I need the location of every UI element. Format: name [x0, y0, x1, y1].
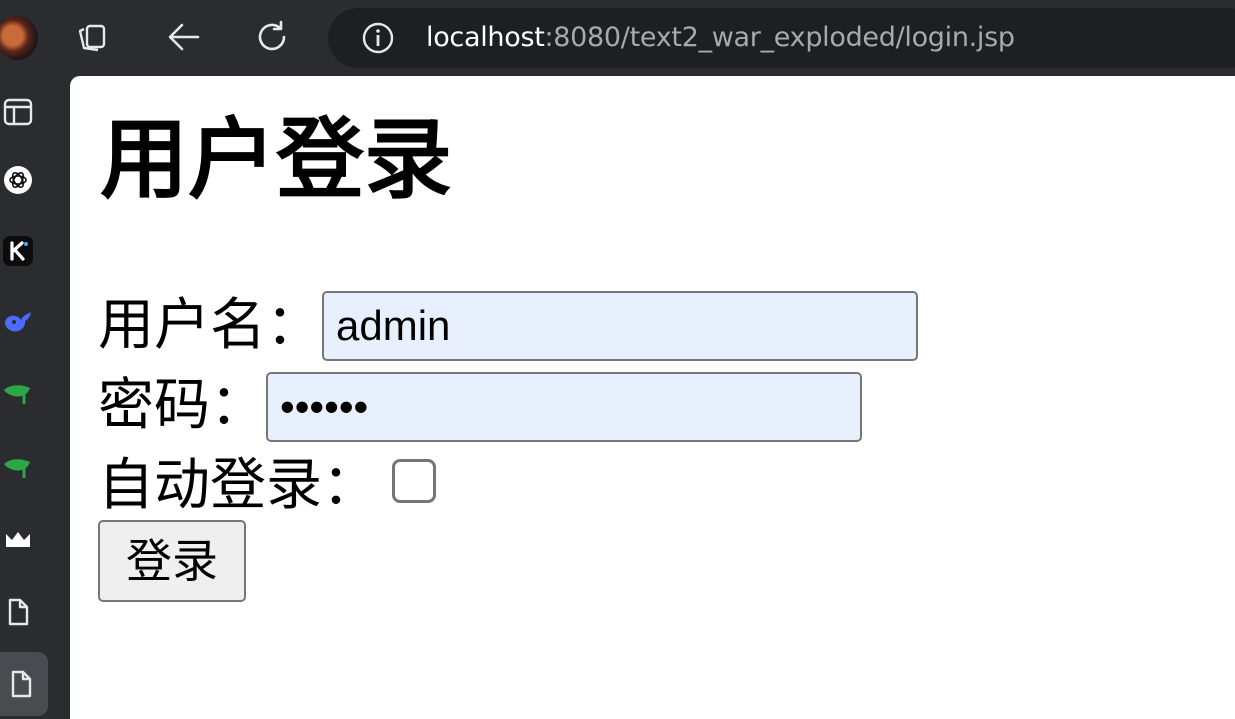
address-bar[interactable]: localhost:8080/text2_war_exploded/login.… — [328, 8, 1235, 68]
whale-icon[interactable] — [0, 304, 36, 340]
refresh-icon[interactable] — [252, 17, 292, 57]
page-content: 用户登录 用户名： admin 密码： •••••• 自动登录： 登录 — [70, 76, 1235, 719]
login-button[interactable]: 登录 — [98, 520, 246, 602]
page-title: 用户登录 — [100, 108, 453, 211]
chatgpt-icon[interactable] — [0, 162, 36, 198]
leaf-icon[interactable] — [0, 450, 36, 486]
url-text[interactable]: localhost:8080/text2_war_exploded/login.… — [426, 8, 1015, 68]
tab-actions-icon[interactable] — [72, 17, 112, 57]
password-field[interactable]: •••••• — [266, 372, 862, 442]
password-label: 密码： — [98, 373, 266, 438]
auto-login-label: 自动登录： — [98, 453, 378, 518]
url-path: :8080/text2_war_exploded/login.jsp — [544, 22, 1016, 53]
username-label: 用户名： — [98, 293, 322, 358]
username-field[interactable]: admin — [322, 291, 918, 361]
auto-login-checkbox[interactable] — [392, 459, 436, 503]
browser-sidebar — [0, 76, 70, 719]
sidebar-tab-icon[interactable] — [0, 94, 36, 130]
url-host: localhost — [426, 22, 545, 53]
document-icon[interactable] — [0, 594, 36, 630]
leaf-icon[interactable] — [0, 376, 36, 412]
k-app-icon[interactable] — [0, 233, 36, 269]
crown-icon[interactable] — [0, 522, 36, 558]
site-info-icon[interactable] — [362, 22, 394, 54]
document-icon[interactable] — [0, 652, 48, 716]
profile-avatar[interactable] — [0, 16, 38, 60]
back-icon[interactable] — [164, 17, 204, 57]
browser-toolbar: localhost:8080/text2_war_exploded/login.… — [0, 0, 1235, 76]
